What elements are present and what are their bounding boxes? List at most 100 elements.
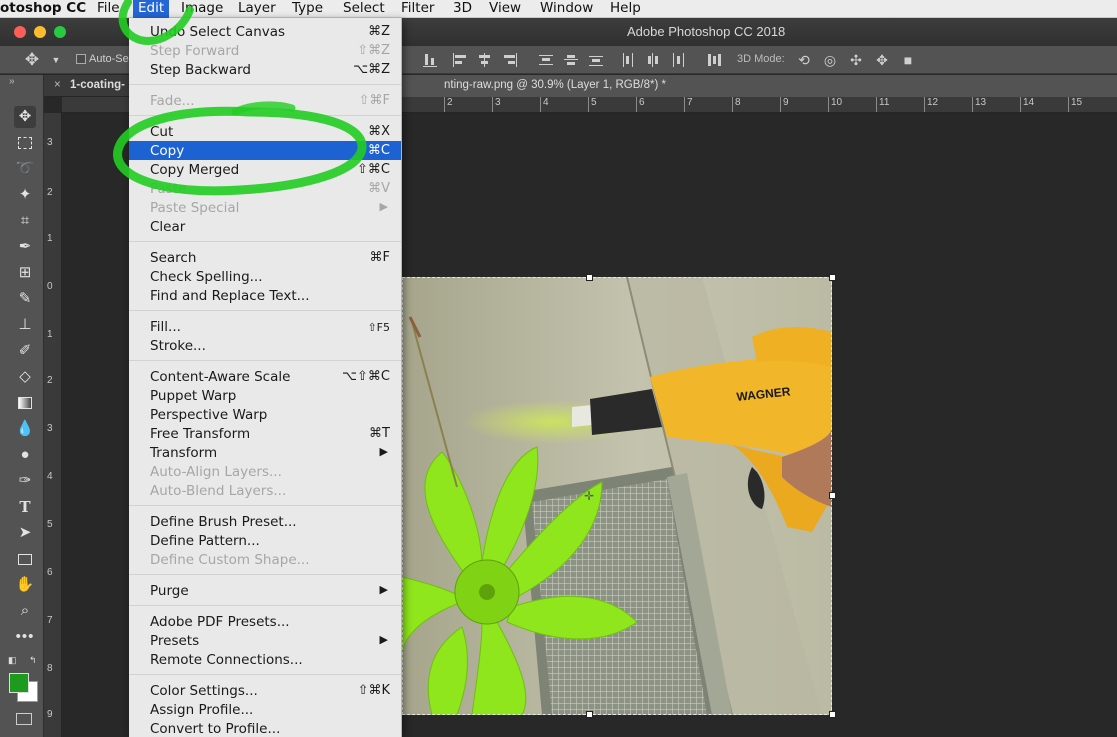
eraser-tool-icon[interactable]: ◇ <box>14 366 36 388</box>
distribute-bottom-icon[interactable] <box>588 52 604 68</box>
blur-tool-icon[interactable]: 💧 <box>14 418 36 440</box>
menu-item-paste-special: Paste Special ▶ <box>150 200 388 216</box>
rectangle-tool-icon[interactable] <box>14 548 36 570</box>
menu-item-step-backward[interactable]: Step Backward ⌥⌘Z <box>129 60 401 79</box>
eyedropper-tool-icon[interactable]: ✒ <box>14 236 36 258</box>
orbit-3d-icon[interactable]: ⟲ <box>796 52 812 68</box>
menu-filter[interactable]: Filter <box>401 0 434 18</box>
menu-item-define-brush[interactable]: Define Brush Preset... <box>129 512 401 531</box>
menu-item-define-pattern[interactable]: Define Pattern... <box>129 531 401 550</box>
crop-tool-icon[interactable]: ⌗ <box>14 210 36 232</box>
auto-align-icon[interactable] <box>706 52 722 68</box>
menu-item-presets[interactable]: Presets ▶ <box>129 631 401 650</box>
pen-tool-icon[interactable]: ✑ <box>14 470 36 492</box>
menu-item-undo[interactable]: Undo Select Canvas ⌘Z <box>129 22 401 41</box>
quick-mask-icon[interactable] <box>16 713 32 725</box>
auto-select-checkbox[interactable] <box>76 54 86 64</box>
close-tab-icon[interactable]: × <box>54 79 61 91</box>
menu-item-convert-profile[interactable]: Convert to Profile... <box>129 719 401 737</box>
ruler-tick: 3 <box>47 137 53 148</box>
distribute-right-icon[interactable] <box>670 52 686 68</box>
marquee-tool-icon[interactable] <box>14 132 36 154</box>
swap-colors-icon[interactable]: ↰ <box>29 655 37 666</box>
menu-item-assign-profile[interactable]: Assign Profile... <box>129 700 401 719</box>
menu-help[interactable]: Help <box>610 0 641 18</box>
menu-item-check-spelling[interactable]: Check Spelling... <box>129 267 401 286</box>
patch-tool-icon[interactable]: ⊞ <box>14 262 36 284</box>
menu-image[interactable]: Image <box>181 0 223 18</box>
menu-item-purge[interactable]: Purge ▶ <box>129 581 401 600</box>
stamp-tool-icon[interactable]: ⊥ <box>14 314 36 336</box>
brush-tool-icon[interactable]: ✎ <box>14 288 36 310</box>
menu-item-clear[interactable]: Clear <box>129 217 401 236</box>
transform-handle[interactable] <box>829 274 836 281</box>
align-center-icon[interactable] <box>477 52 493 68</box>
menu-item-content-aware-scale[interactable]: Content-Aware Scale ⌥⇧⌘C <box>129 367 401 386</box>
minimize-window-button[interactable] <box>34 26 46 38</box>
roll-3d-icon[interactable]: ◎ <box>822 52 838 68</box>
menu-view[interactable]: View <box>489 0 521 18</box>
default-colors-icon[interactable]: ◧ <box>8 655 17 666</box>
menu-edit[interactable]: Edit <box>133 0 170 18</box>
distribute-vcenter-icon[interactable] <box>563 52 579 68</box>
menu-item-search[interactable]: Search ⌘F <box>129 248 401 267</box>
zoom-window-button[interactable] <box>54 26 66 38</box>
dodge-tool-icon[interactable]: ● <box>14 444 36 466</box>
menu-3d[interactable]: 3D <box>453 0 472 18</box>
tools-panel: » ✥ ➰ ✦ ⌗ ✒ ⊞ ✎ ⊥ ✐ ◇ 💧 ● ✑ T ➤ ✋ ⌕ ••• … <box>0 75 44 737</box>
menu-item-puppet-warp[interactable]: Puppet Warp <box>129 386 401 405</box>
lasso-tool-icon[interactable]: ➰ <box>14 158 36 180</box>
slide-3d-icon[interactable]: ✥ <box>874 52 890 68</box>
distribute-left-icon[interactable] <box>620 52 636 68</box>
magic-wand-tool-icon[interactable]: ✦ <box>14 184 36 206</box>
path-selection-icon[interactable]: ➤ <box>14 522 36 544</box>
menu-item-transform[interactable]: Transform ▶ <box>129 443 401 462</box>
edit-menu: Undo Select Canvas ⌘Z Step Forward ⇧⌘Z Ste… <box>129 18 402 737</box>
transform-handle[interactable] <box>586 711 593 718</box>
close-window-button[interactable] <box>14 26 26 38</box>
move-tool-icon[interactable]: ✥ <box>14 106 36 128</box>
transform-handle[interactable] <box>829 492 836 499</box>
hand-tool-icon[interactable]: ✋ <box>14 574 36 596</box>
foreground-color-swatch[interactable] <box>9 673 29 693</box>
align-right-icon[interactable] <box>502 52 518 68</box>
gradient-tool-icon[interactable] <box>14 392 36 414</box>
zoom-tool-icon[interactable]: ⌕ <box>14 600 36 622</box>
pan-3d-icon[interactable]: ✣ <box>848 52 864 68</box>
menu-item-cut[interactable]: Cut ⌘X <box>129 122 401 141</box>
menu-select[interactable]: Select <box>343 0 385 18</box>
menu-item-color-settings[interactable]: Color Settings... ⇧⌘K <box>129 681 401 700</box>
menu-window[interactable]: Window <box>540 0 593 18</box>
menu-item-fill[interactable]: Fill... ⇧F5 <box>129 317 401 336</box>
menu-file[interactable]: File <box>97 0 120 18</box>
submenu-arrow-icon: ▶ <box>379 633 388 646</box>
app-menu[interactable]: otoshop CC <box>0 0 86 18</box>
menu-item-copy[interactable]: Copy ⌘C <box>129 141 401 160</box>
menu-item-remote-connections[interactable]: Remote Connections... <box>129 650 401 669</box>
expand-panel-icon[interactable]: » <box>9 76 15 87</box>
distribute-hcenter-icon[interactable] <box>645 52 661 68</box>
menu-item-pdf-presets[interactable]: Adobe PDF Presets... <box>129 612 401 631</box>
transform-handle[interactable] <box>829 711 836 718</box>
move-tool-icon[interactable]: ✥ <box>24 51 40 68</box>
tab-first-document[interactable]: 1-coating- <box>70 79 125 91</box>
history-brush-icon[interactable]: ✐ <box>14 340 36 362</box>
menu-item-perspective-warp[interactable]: Perspective Warp <box>129 405 401 424</box>
transform-handle[interactable] <box>586 274 593 281</box>
distribute-top-icon[interactable] <box>538 52 554 68</box>
menu-item-stroke[interactable]: Stroke... <box>129 336 401 355</box>
align-left-icon[interactable] <box>452 52 468 68</box>
ruler-tick: 15 <box>1068 97 1082 112</box>
chevron-down-icon[interactable]: ▼ <box>48 52 64 68</box>
reference-point-icon[interactable]: ✛ <box>584 489 594 503</box>
menu-layer[interactable]: Layer <box>238 0 276 18</box>
type-tool-icon[interactable]: T <box>14 496 36 518</box>
camera-3d-icon[interactable]: ■ <box>900 52 916 68</box>
menu-item-copy-merged[interactable]: Copy Merged ⇧⌘C <box>129 160 401 179</box>
menu-type[interactable]: Type <box>292 0 323 18</box>
menu-item-find-replace[interactable]: Find and Replace Text... <box>129 286 401 305</box>
align-bottom-icon[interactable] <box>422 52 438 68</box>
mac-menu-bar: otoshop CC File Edit Image Layer Type Se… <box>0 0 1117 18</box>
menu-item-free-transform[interactable]: Free Transform ⌘T <box>129 424 401 443</box>
more-tools-icon[interactable]: ••• <box>14 626 36 648</box>
